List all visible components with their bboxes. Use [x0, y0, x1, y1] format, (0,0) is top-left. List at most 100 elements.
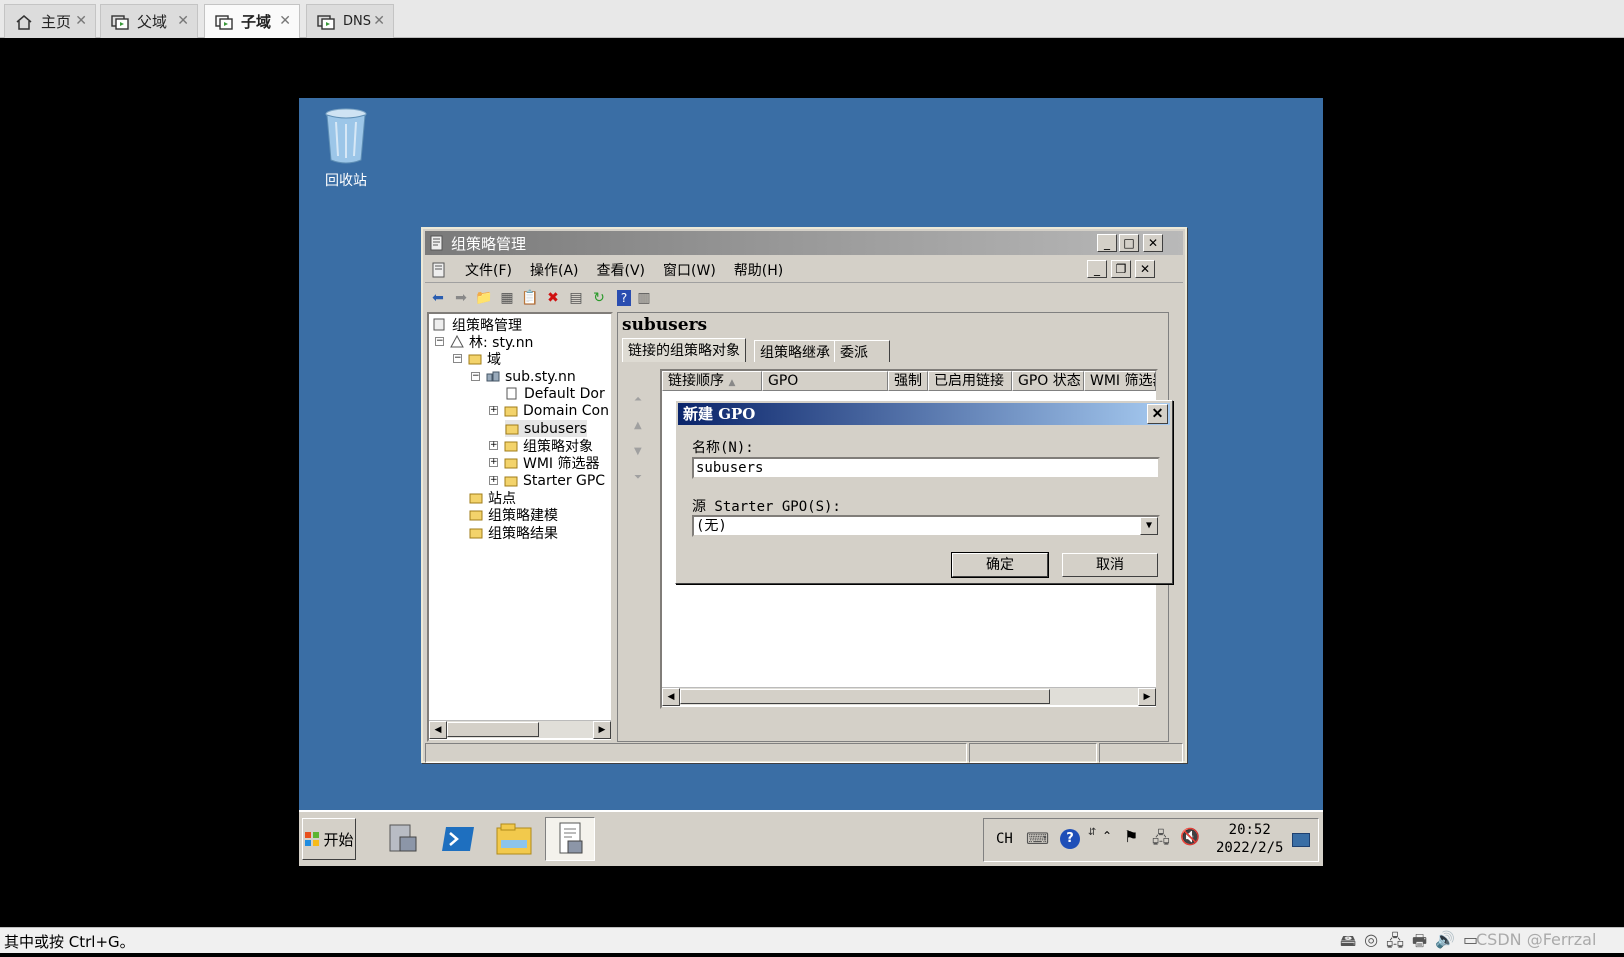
column-label: 链接顺序	[668, 373, 724, 389]
collapse-icon[interactable]: −	[435, 337, 444, 346]
scroll-right-icon[interactable]: ▶	[1138, 688, 1156, 706]
help-icon[interactable]: ?	[1060, 829, 1080, 849]
column-link-enabled[interactable]: 已启用链接	[928, 371, 1012, 391]
column-gpo[interactable]: GPO	[762, 371, 888, 391]
show-hidden-icons-icon[interactable]: ⌃	[1102, 829, 1112, 843]
volume-muted-icon[interactable]: 🔇	[1180, 827, 1200, 846]
child-restore-button[interactable]: ❐	[1111, 260, 1131, 278]
forward-icon[interactable]: ➡	[451, 289, 471, 307]
move-bottom-icon[interactable]: ⏷	[634, 465, 642, 491]
gpmc-taskbar-button[interactable]	[545, 817, 595, 861]
child-close-button[interactable]: ✕	[1135, 260, 1155, 278]
tree-node-subusers[interactable]: subusers	[505, 420, 587, 437]
close-icon[interactable]: ✕	[75, 13, 87, 29]
menu-file[interactable]: 文件(F)	[465, 260, 512, 280]
action-center-flag-icon[interactable]: ⚑	[1124, 827, 1138, 846]
collapse-icon[interactable]: −	[453, 354, 462, 363]
dialog-close-button[interactable]: ✕	[1147, 404, 1168, 424]
name-input[interactable]: subusers	[692, 457, 1160, 479]
show-desktop-icon[interactable]	[1292, 833, 1310, 847]
ok-button[interactable]: 确定	[951, 552, 1049, 578]
help-icon[interactable]: ?	[617, 290, 631, 306]
close-icon[interactable]: ✕	[177, 13, 189, 29]
menu-view[interactable]: 查看(V)	[597, 260, 646, 280]
collapse-icon[interactable]: −	[471, 372, 480, 381]
tree-node-modeling[interactable]: 组策略建模	[469, 506, 558, 524]
column-gpo-status[interactable]: GPO 状态	[1012, 371, 1084, 391]
list-hscrollbar[interactable]: ◀ ▶	[662, 687, 1156, 706]
powershell-icon[interactable]	[433, 817, 483, 861]
clock[interactable]: 20:52 2022/2/5	[1216, 821, 1283, 857]
chevron-down-icon[interactable]: ▼	[1140, 517, 1158, 535]
tree-node-default-policy[interactable]: Default Dor	[505, 385, 605, 402]
tree-node-domain[interactable]: − sub.sty.nn	[471, 368, 576, 385]
refresh-icon[interactable]: ↻	[589, 289, 609, 307]
cancel-button[interactable]: 取消	[1062, 553, 1158, 577]
ou-icon	[505, 424, 519, 435]
column-link-order[interactable]: 链接顺序 ▲	[662, 371, 762, 391]
menu-window[interactable]: 窗口(W)	[663, 260, 716, 280]
child-minimize-button[interactable]: _	[1087, 260, 1107, 278]
menu-action[interactable]: 操作(A)	[530, 260, 579, 280]
language-indicator[interactable]: CH	[996, 831, 1013, 847]
scroll-right-icon[interactable]: ▶	[593, 721, 611, 739]
minimize-button[interactable]: _	[1097, 234, 1117, 252]
tree-node-results[interactable]: 组策略结果	[469, 524, 558, 542]
host-tab-dns[interactable]: DNS ✕	[306, 4, 394, 38]
tree-node-starter-gpo[interactable]: + Starter GPC	[489, 472, 605, 489]
delete-icon[interactable]: ✖	[543, 289, 563, 307]
expand-icon[interactable]: +	[489, 458, 498, 467]
clipboard-icon[interactable]: 📋	[520, 289, 540, 307]
column-enforced[interactable]: 强制	[888, 371, 928, 391]
tree-node-domains[interactable]: − 域	[453, 350, 501, 368]
explorer-icon[interactable]	[489, 817, 539, 861]
tab-linked-gpos[interactable]: 链接的组策略对象	[622, 338, 746, 362]
console-icon[interactable]	[431, 262, 447, 278]
host-tab-child[interactable]: 子域 ✕	[204, 4, 300, 38]
keyboard-icon[interactable]: ⌨	[1026, 829, 1049, 848]
move-up-icon[interactable]: ▲	[634, 413, 642, 439]
scroll-left-icon[interactable]: ◀	[429, 721, 447, 739]
host-tab-home[interactable]: 主页 ✕	[4, 4, 96, 38]
column-wmi-filter[interactable]: WMI 筛选器	[1084, 371, 1156, 391]
up-folder-icon[interactable]: 📁	[474, 289, 494, 307]
host-tab-parent[interactable]: 父域 ✕	[100, 4, 198, 38]
show-tree-icon[interactable]: ▦	[497, 289, 517, 307]
tree-hscrollbar[interactable]: ◀ ▶	[429, 720, 611, 739]
start-button[interactable]: 开始	[302, 818, 356, 860]
close-button[interactable]: ✕	[1143, 234, 1163, 252]
scroll-left-icon[interactable]: ◀	[662, 688, 680, 706]
recycle-bin[interactable]: 回收站	[321, 106, 371, 190]
dialog-titlebar[interactable]: 新建 GPO ✕	[678, 403, 1170, 425]
host-status-bar: 其中或按 Ctrl+G。 🖴 ◎ 🖧 🖶 🔊 ▭ CSDN @Ferrzal	[0, 927, 1624, 953]
expand-icon[interactable]: +	[489, 441, 498, 450]
server-manager-icon[interactable]	[377, 817, 427, 861]
tree-node-domain-controllers[interactable]: + Domain Con	[489, 402, 609, 419]
move-down-icon[interactable]: ▼	[634, 439, 642, 465]
properties-icon[interactable]: ▤	[566, 289, 586, 307]
tree-node-wmi-filters[interactable]: + WMI 筛选器	[489, 454, 600, 472]
scroll-thumb[interactable]	[447, 722, 539, 737]
tree-node-forest[interactable]: − 林: sty.nn	[435, 333, 533, 351]
expand-icon[interactable]: +	[489, 476, 498, 485]
source-starter-gpo-select[interactable]: (无) ▼	[692, 515, 1160, 537]
tab-inheritance[interactable]: 组策略继承	[754, 340, 836, 362]
guest-desktop: 回收站 组策略管理 _ □ ✕ 文件(F) 操作(A) 查看(V) 窗口(W) …	[299, 98, 1323, 866]
tree-node-gpo-objects[interactable]: + 组策略对象	[489, 437, 593, 455]
move-top-icon[interactable]: ⏶	[634, 387, 642, 413]
status-bar	[425, 743, 1183, 763]
menu-help[interactable]: 帮助(H)	[734, 260, 783, 280]
close-icon[interactable]: ✕	[373, 13, 385, 29]
options-icon[interactable]: ⇵	[1088, 827, 1096, 838]
maximize-button[interactable]: □	[1119, 234, 1139, 252]
network-icon[interactable]: 🖧	[1152, 827, 1170, 854]
tab-delegation[interactable]: 委派	[834, 340, 890, 362]
expand-icon[interactable]: +	[489, 406, 498, 415]
view-icon[interactable]: ▥	[634, 289, 654, 307]
gpmc-titlebar[interactable]: 组策略管理 _ □ ✕	[425, 231, 1183, 255]
tree-node-sites[interactable]: 站点	[469, 489, 516, 507]
scroll-thumb[interactable]	[680, 689, 1050, 704]
back-icon[interactable]: ⬅	[428, 289, 448, 307]
tree-node-root[interactable]: 组策略管理	[433, 316, 522, 334]
close-icon[interactable]: ✕	[279, 13, 291, 29]
